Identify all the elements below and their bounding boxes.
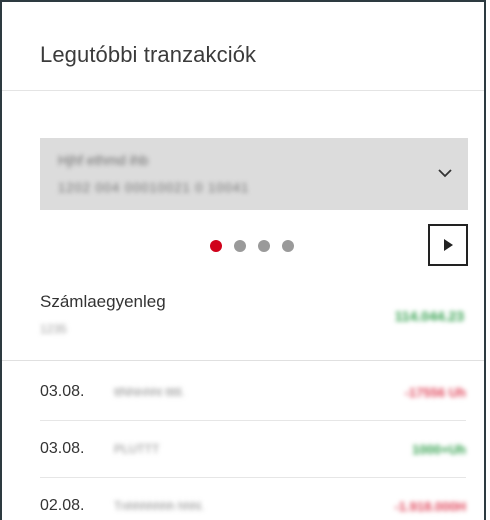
transaction-amount: 1000+Uh	[412, 442, 466, 457]
widget-title: Legutóbbi tranzakciók	[40, 42, 257, 67]
transaction-date: 02.08.	[40, 497, 85, 514]
balance-divider	[2, 360, 484, 361]
balance-sublabel: 1235	[40, 322, 67, 336]
account-number: 1202 004 00010021 0 10041	[58, 180, 250, 195]
carousel-dot-2[interactable]	[234, 240, 246, 252]
transaction-date: 03.08.	[40, 440, 85, 457]
carousel-indicators	[210, 240, 294, 252]
transaction-amount: -1.918.000H	[394, 499, 466, 514]
account-name: Hjhf ethmd ihb	[58, 152, 149, 168]
account-selector[interactable]: Hjhf ethmd ihb 1202 004 00010021 0 10041	[40, 138, 468, 210]
transaction-list: 03.08. ttNhlnhht ttttl. -17556 Uh 03.08.…	[2, 364, 484, 520]
carousel-next-button[interactable]	[428, 224, 468, 266]
carousel-dot-3[interactable]	[258, 240, 270, 252]
carousel-dot-1[interactable]	[210, 240, 222, 252]
transaction-row[interactable]: 02.08. Tnhhhhhhh hhhl. -1.918.000H	[40, 478, 466, 520]
transaction-row[interactable]: 03.08. ttNhlnhht ttttl. -17556 Uh	[40, 364, 466, 421]
carousel-dot-4[interactable]	[282, 240, 294, 252]
recent-transactions-widget: Legutóbbi tranzakciók Hjhf ethmd ihb 120…	[0, 0, 486, 520]
transaction-description: ttNhlnhht ttttl.	[114, 385, 185, 399]
balance-amount: 114.044.23	[394, 308, 464, 324]
transaction-description: PLUTTT	[114, 442, 160, 456]
transaction-date: 03.08.	[40, 383, 85, 400]
chevron-down-icon[interactable]	[436, 164, 454, 182]
header-divider	[2, 90, 484, 91]
transaction-row[interactable]: 03.08. PLUTTT 1000+Uh	[40, 421, 466, 478]
triangle-right-icon	[444, 239, 453, 251]
balance-label: Számlaegyenleg	[40, 292, 166, 311]
transaction-amount: -17556 Uh	[404, 385, 466, 400]
transaction-description: Tnhhhhhhh hhhl.	[114, 499, 205, 513]
